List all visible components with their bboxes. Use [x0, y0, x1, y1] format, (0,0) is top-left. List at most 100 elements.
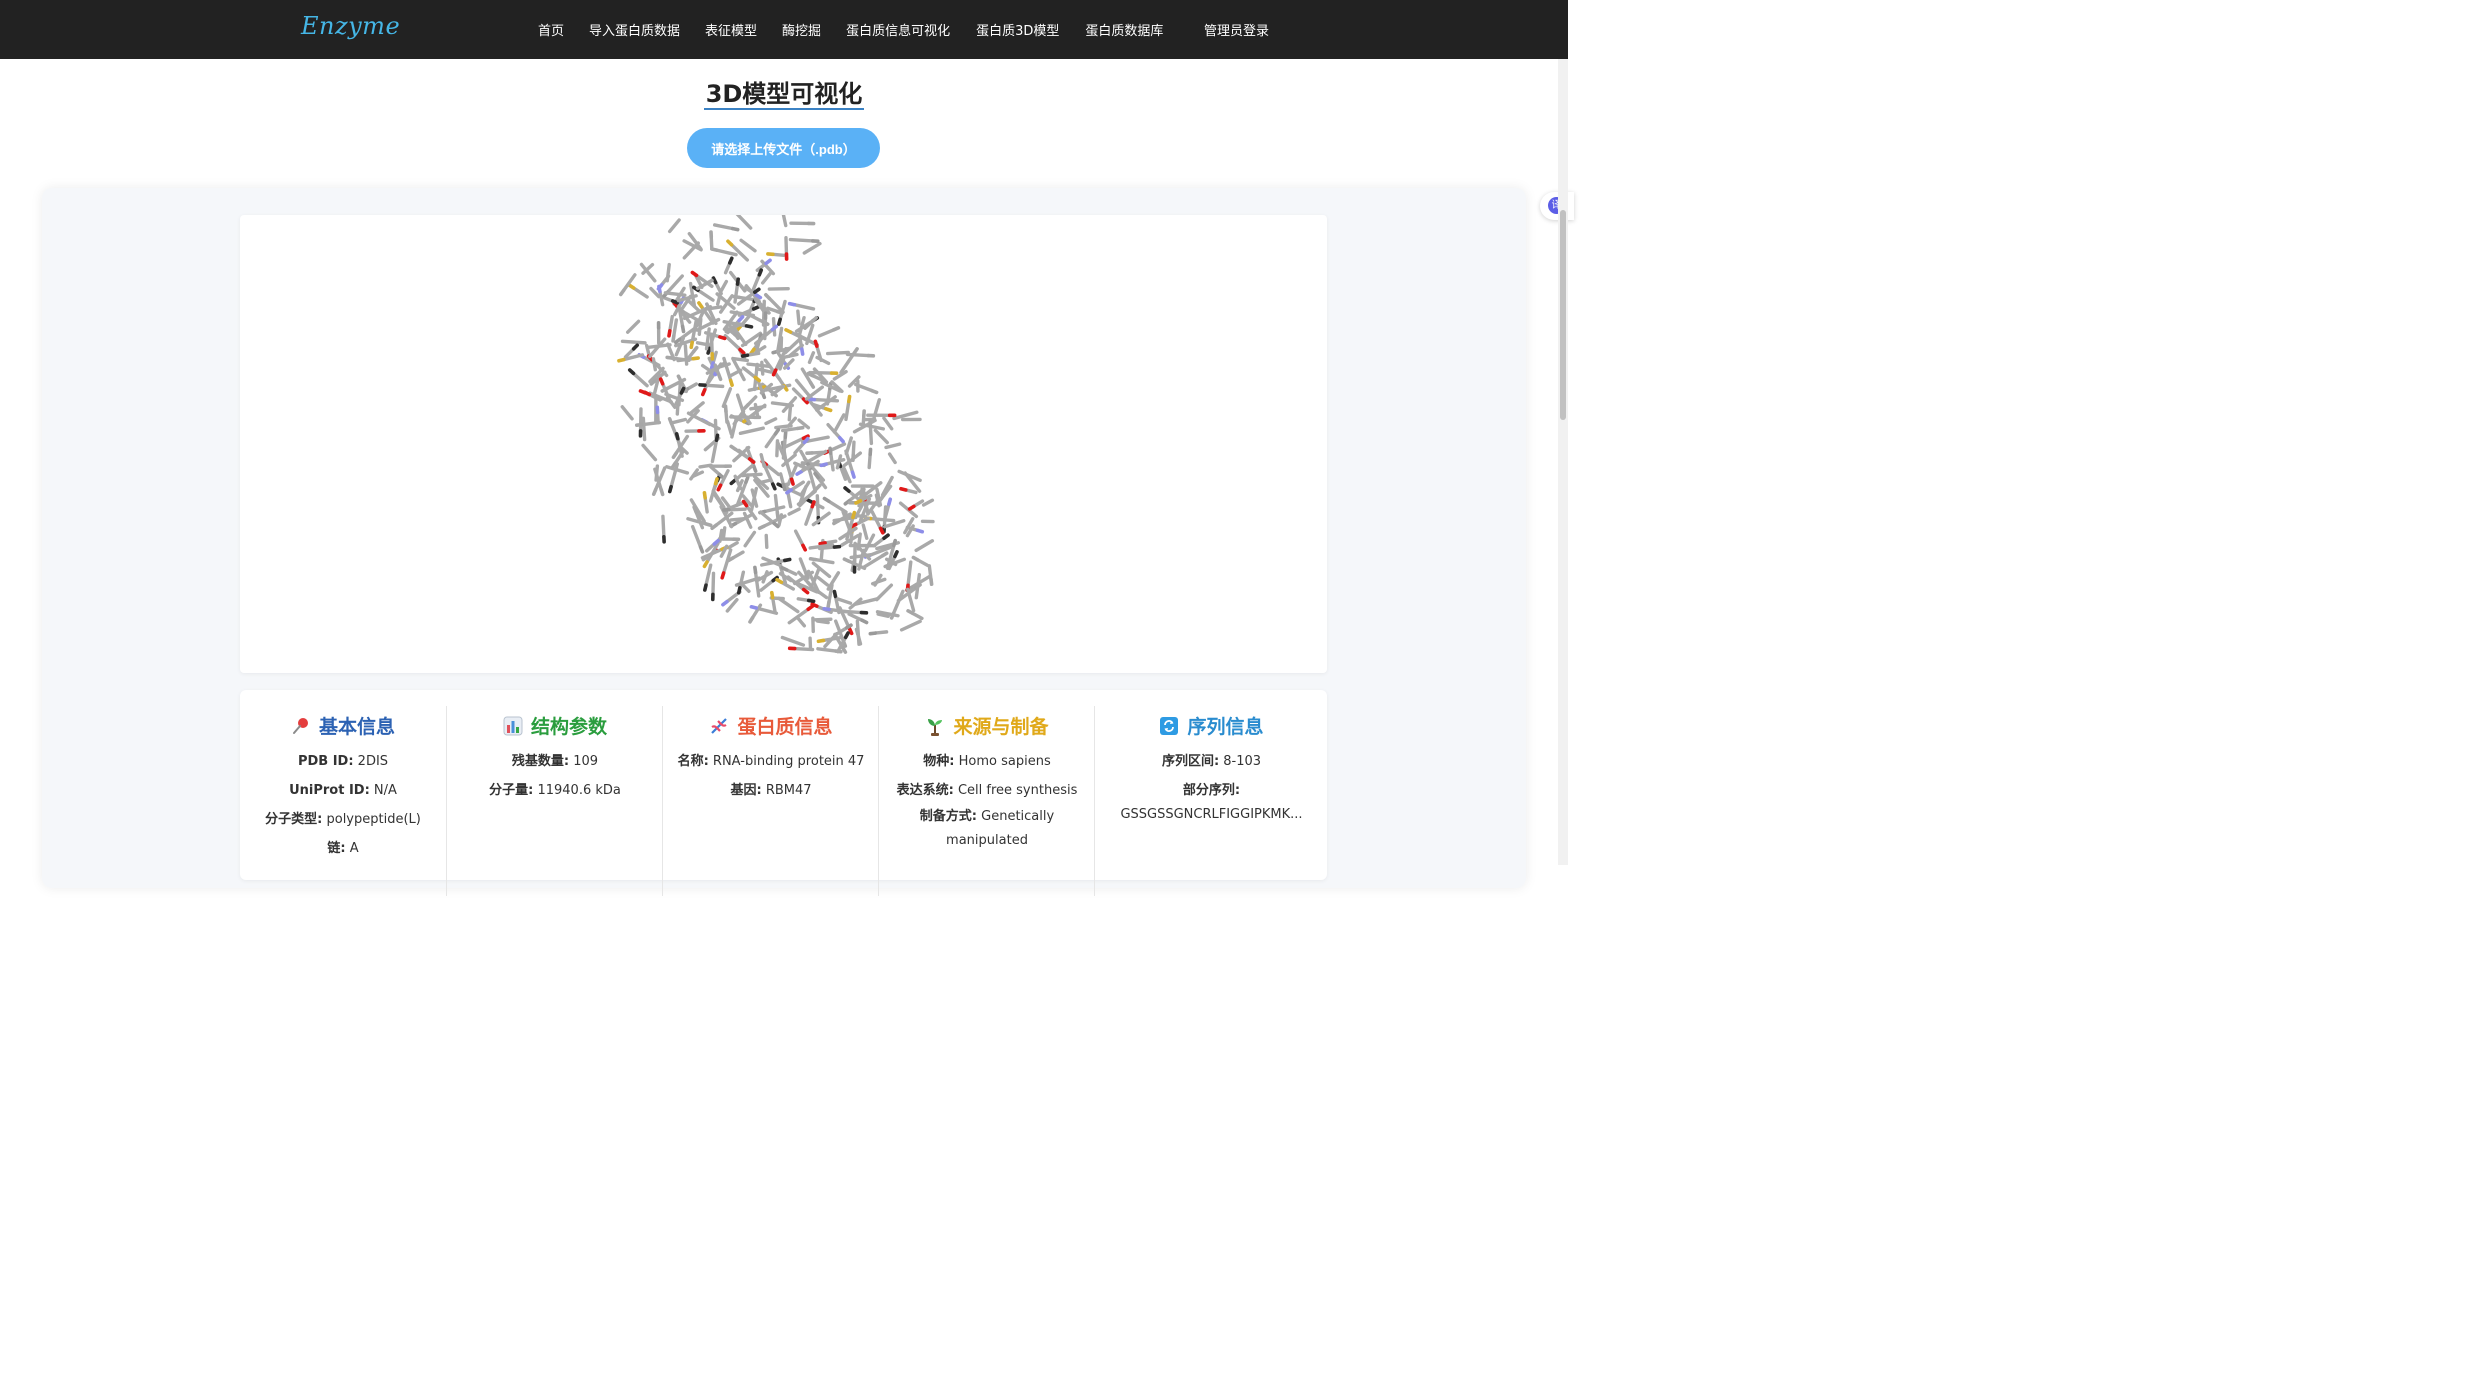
atom [806, 604, 815, 612]
bond [625, 319, 641, 334]
bond [620, 339, 647, 345]
bond [665, 262, 671, 283]
atom [671, 334, 676, 343]
nav-item-representation-model[interactable]: 表征模型 [705, 20, 757, 39]
refresh-icon [1160, 716, 1179, 735]
bond [764, 533, 769, 550]
atom [749, 604, 759, 610]
bond [721, 526, 727, 541]
atom [706, 346, 712, 355]
admin-login-link[interactable]: 管理员登录 [1204, 20, 1269, 39]
atom [747, 457, 756, 464]
bond [855, 619, 861, 646]
brand-logo[interactable]: Enzyme [301, 12, 400, 40]
atom [728, 378, 734, 387]
atom [882, 533, 890, 540]
atom [800, 347, 805, 356]
atom [803, 322, 811, 330]
atom [667, 329, 672, 338]
atom [726, 239, 734, 247]
bond [787, 403, 793, 422]
bond [847, 612, 864, 623]
atom [671, 451, 679, 460]
nav-item-protein-visualization[interactable]: 蛋白质信息可视化 [846, 20, 950, 39]
bond [807, 351, 816, 365]
atom [907, 504, 916, 511]
bond [780, 426, 800, 433]
bond [811, 511, 831, 527]
atom [748, 615, 755, 624]
atom [718, 335, 727, 341]
atom [679, 386, 686, 395]
atom [736, 586, 742, 595]
atom [631, 343, 640, 351]
source-section: 来源与制备 物种: Homo sapiens 表达系统: Cell free s… [878, 706, 1095, 896]
bond [764, 432, 778, 449]
atom [822, 606, 831, 612]
bond [758, 510, 776, 526]
atom [753, 297, 760, 305]
bond [631, 371, 649, 388]
atom [824, 406, 833, 413]
nav-item-home[interactable]: 首页 [538, 20, 564, 39]
nav-item-enzyme-mining[interactable]: 酶挖掘 [782, 20, 821, 39]
bond [851, 440, 856, 457]
bond [774, 424, 793, 430]
bond [795, 615, 807, 628]
bond [735, 215, 753, 230]
atom [627, 368, 636, 376]
scrollbar-track[interactable] [1558, 59, 1568, 865]
atom [702, 491, 707, 500]
atom [772, 521, 780, 529]
bond [884, 442, 902, 450]
atom [850, 470, 856, 479]
bond [835, 597, 853, 605]
atom [667, 484, 673, 494]
sequence-range-row: 序列区间: 8-103 [1161, 754, 1262, 769]
atom [709, 361, 715, 370]
atom [806, 371, 815, 378]
bond [696, 288, 715, 302]
nav-links: 首页 导入蛋白质数据 表征模型 酶挖掘 蛋白质信息可视化 蛋白质3D模型 蛋白质… [538, 20, 1163, 39]
bond [906, 560, 913, 587]
nav-item-protein-3d-model[interactable]: 蛋白质3D模型 [976, 20, 1059, 39]
pdb-id-row: PDB ID: 2DIS [297, 754, 389, 769]
basic-info-section: 基本信息 PDB ID: 2DIS UniProt ID: N/A 分子类型: … [240, 706, 446, 896]
atom [808, 556, 818, 562]
partial-sequence-value: GSSGSSGNCRLFIGGIPKMK... [1120, 807, 1303, 822]
atom [729, 444, 738, 452]
protein-info-title: 蛋白质信息 [737, 716, 833, 738]
bond [781, 215, 788, 228]
protein-structure-render[interactable] [240, 215, 1327, 673]
atom [677, 307, 686, 314]
upload-pdb-button[interactable]: 请选择上传文件（.pdb） [687, 128, 880, 168]
bond [861, 523, 869, 540]
bond [729, 516, 749, 522]
scrollbar-thumb[interactable] [1560, 210, 1566, 420]
uniprot-id-value: N/A [373, 783, 397, 798]
atom [657, 284, 662, 294]
bond [870, 577, 887, 586]
atom [915, 528, 925, 534]
bond [704, 563, 713, 587]
bond [836, 609, 864, 615]
atom [627, 283, 636, 290]
atom [618, 288, 626, 297]
atom [929, 577, 934, 587]
atom [667, 417, 674, 426]
atom [847, 394, 852, 404]
molecule-3d-viewer[interactable] [240, 215, 1327, 673]
nav-item-protein-database[interactable]: 蛋白质数据库 [1085, 20, 1163, 39]
bond [729, 243, 749, 262]
bond [812, 397, 840, 403]
bond [755, 367, 773, 374]
atom [757, 524, 766, 531]
bond [759, 452, 766, 468]
sequence-range-value: 8-103 [1223, 754, 1262, 769]
bond [914, 539, 935, 553]
title-underline [704, 108, 864, 110]
translate-button[interactable]: 译 [1540, 192, 1574, 220]
bond [708, 481, 718, 503]
nav-item-import-data[interactable]: 导入蛋白质数据 [589, 20, 680, 39]
bond [753, 570, 761, 598]
